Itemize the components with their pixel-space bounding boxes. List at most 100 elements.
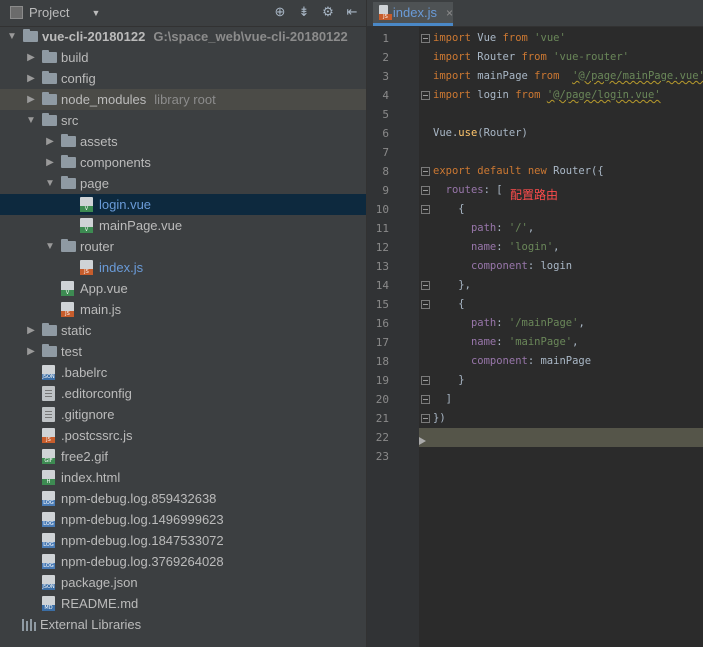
tree-item-label: static <box>61 323 92 338</box>
code-line: } <box>433 374 465 386</box>
code-line: import login from '@/page/login.vue' <box>433 89 661 101</box>
chevron-right-icon[interactable]: ▶ <box>44 152 56 173</box>
line-number: 23 <box>375 450 389 463</box>
vue-file-icon: V <box>80 197 93 212</box>
tree-file-item[interactable]: MD README.md <box>0 593 366 614</box>
fold-marker-icon[interactable] <box>421 91 430 100</box>
fold-marker-icon[interactable] <box>421 281 430 290</box>
fold-marker-icon[interactable] <box>421 414 430 423</box>
js-file-icon: JS <box>80 260 93 275</box>
line-number: 21 <box>375 412 389 425</box>
tab-index-js[interactable]: JS index.js × <box>373 2 453 26</box>
tree-folder-item[interactable]: ▶ test <box>0 341 366 362</box>
line-number: 14 <box>375 279 389 292</box>
line-number: 4 <box>382 89 389 102</box>
tree-folder-item[interactable]: ▶ build <box>0 47 366 68</box>
fold-marker-icon[interactable] <box>421 34 430 43</box>
tree-item-label: .babelrc <box>61 365 108 380</box>
chevron-right-icon[interactable]: ▶ <box>25 89 37 110</box>
tree-item-label: build <box>61 50 89 65</box>
tree-file-item[interactable]: Vlogin.vue <box>0 194 366 215</box>
line-number: 16 <box>375 317 389 330</box>
tree-folder-item[interactable]: ▶ components <box>0 152 366 173</box>
project-view-selector[interactable]: Project ▼ <box>10 5 100 20</box>
tree-item-label: main.js <box>80 302 122 317</box>
collapse-all-icon[interactable]: ⇟ <box>296 4 312 20</box>
tree-file-item[interactable]: JSON package.json <box>0 572 366 593</box>
scroll-from-source-icon[interactable]: ⊕ <box>272 4 288 20</box>
code-line: name: 'login', <box>470 241 560 253</box>
tree-folder-item[interactable]: ▶ assets <box>0 131 366 152</box>
log-file-icon: LOG <box>42 512 55 527</box>
tree-file-item[interactable]: LOG npm-debug.log.3769264028 <box>0 551 366 572</box>
chevron-down-icon[interactable]: ▼ <box>6 26 18 47</box>
chevron-right-icon[interactable]: ▶ <box>44 131 56 152</box>
line-number: 9 <box>382 184 389 197</box>
chevron-right-icon[interactable]: ▶ <box>25 341 37 362</box>
tree-file-item[interactable]: VmainPage.vue <box>0 215 366 236</box>
log-file-icon: LOG <box>42 554 55 569</box>
chevron-down-icon[interactable]: ▼ <box>44 236 56 257</box>
tree-item-label: npm-debug.log.859432638 <box>61 491 217 506</box>
close-icon[interactable]: × <box>446 6 453 20</box>
tree-folder-item[interactable]: ▼ router <box>0 236 366 257</box>
line-number: 18 <box>375 355 389 368</box>
tree-file-item[interactable]: LOG npm-debug.log.859432638 <box>0 488 366 509</box>
tree-file-item[interactable]: .editorconfig <box>0 383 366 404</box>
fold-marker-icon[interactable] <box>421 205 430 214</box>
tree-file-item[interactable]: LOG npm-debug.log.1496999623 <box>0 509 366 530</box>
editor-tab-bar: JS index.js × <box>367 0 703 27</box>
fold-marker-icon[interactable] <box>421 395 430 404</box>
gear-icon[interactable]: ⚙ <box>320 4 336 20</box>
tree-folder-item[interactable]: ▶ config <box>0 68 366 89</box>
tree-folder-item[interactable]: ▼ src <box>0 110 366 131</box>
tree-file-item[interactable]: V App.vue <box>0 278 366 299</box>
chevron-right-icon[interactable]: ▶ <box>25 68 37 89</box>
code-line: routes: [ <box>445 184 503 196</box>
tree-file-item[interactable]: JS .postcssrc.js <box>0 425 366 446</box>
tree-file-item[interactable]: JS main.js <box>0 299 366 320</box>
chevron-down-icon[interactable]: ▼ <box>25 110 37 131</box>
line-number: 17 <box>375 336 389 349</box>
fold-marker-icon[interactable] <box>421 300 430 309</box>
tree-item-label: mainPage.vue <box>99 218 183 233</box>
folder-icon <box>42 113 57 126</box>
hide-panel-icon[interactable]: ⇤ <box>344 4 360 20</box>
md-file-icon: MD <box>42 596 55 611</box>
code-line: { <box>433 298 465 310</box>
folder-icon <box>42 71 57 84</box>
tree-file-item[interactable]: GIF free2.gif <box>0 446 366 467</box>
project-panel-title: Project <box>29 5 70 20</box>
line-number-gutter: 1 2 3 4 5 6 7 8 9 10 11 12 13 14 15 16 17 18 19 20 21 22 23 <box>367 26 419 647</box>
code-line: { <box>433 203 465 215</box>
chevron-down-icon[interactable]: ▼ <box>91 8 100 18</box>
tree-folder-item[interactable]: ▶ static <box>0 320 366 341</box>
tree-file-item[interactable]: Hindex.html <box>0 467 366 488</box>
tree-folder-item[interactable]: ▼ page <box>0 173 366 194</box>
tree-file-item[interactable]: External Libraries <box>0 614 366 635</box>
fold-marker-icon[interactable] <box>421 376 430 385</box>
fold-marker-icon[interactable] <box>421 167 430 176</box>
tree-folder-item[interactable]: ▼ vue-cli-20180122 G:\space_web\vue-cli-20… <box>0 26 366 47</box>
chevron-down-icon[interactable]: ▼ <box>44 173 56 194</box>
line-number: 12 <box>375 241 389 254</box>
code-line: path: '/', <box>470 222 535 234</box>
chevron-right-icon[interactable]: ▶ <box>25 47 37 68</box>
tree-file-item[interactable]: JSON .babelrc <box>0 362 366 383</box>
line-number: 8 <box>382 165 389 178</box>
fold-marker-icon[interactable] <box>421 186 430 195</box>
tree-item-label: src <box>61 113 79 128</box>
tree-file-item[interactable]: .gitignore <box>0 404 366 425</box>
line-number: 11 <box>375 222 389 235</box>
code-line: }) <box>433 412 446 424</box>
tree-file-item[interactable]: JS index.js <box>0 257 366 278</box>
tree-folder-item[interactable]: ▶ node_modules library root <box>0 89 366 110</box>
folder-icon <box>61 239 76 252</box>
project-icon <box>10 6 23 19</box>
txt-file-icon <box>42 407 55 422</box>
folder-icon <box>42 323 57 336</box>
folder-icon <box>61 134 76 147</box>
tree-file-item[interactable]: LOG npm-debug.log.1847533072 <box>0 530 366 551</box>
chevron-right-icon[interactable]: ▶ <box>25 320 37 341</box>
tree-item-label: npm-debug.log.1496999623 <box>61 512 224 527</box>
